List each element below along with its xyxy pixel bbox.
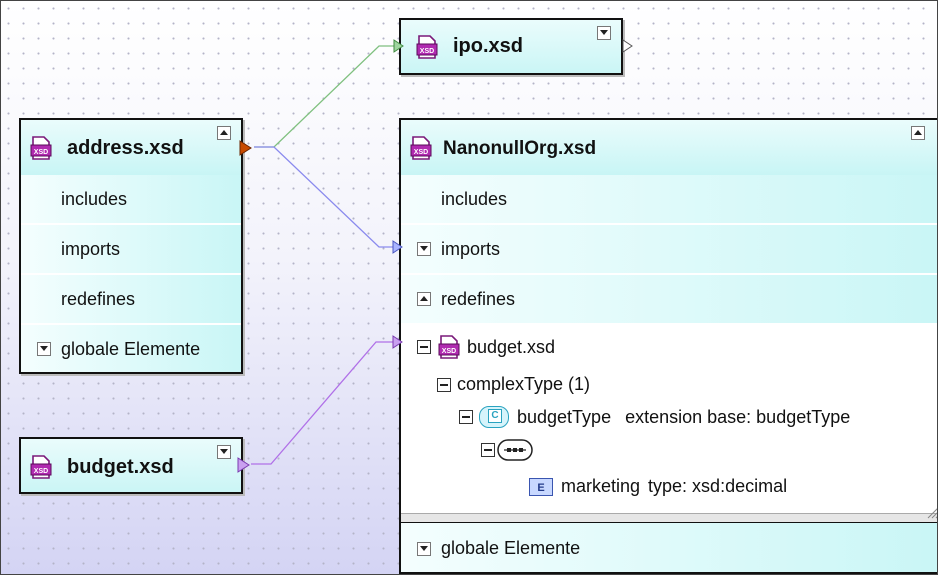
tree-node-label: marketing bbox=[561, 476, 641, 496]
resize-grip-icon[interactable] bbox=[926, 506, 938, 520]
ipo-xsd-title: ipo.xsd bbox=[453, 35, 524, 57]
wire-budget-to-nanonull-import bbox=[251, 341, 397, 465]
budget-xsd-box[interactable]: XSD budget.xsd bbox=[19, 437, 243, 494]
row-label: redefines bbox=[441, 288, 516, 309]
xsd-file-icon: XSD bbox=[30, 455, 52, 479]
tree-collapse-toggle[interactable] bbox=[459, 410, 473, 424]
budget-output-connector[interactable] bbox=[237, 457, 251, 473]
tree-collapse-toggle[interactable] bbox=[437, 377, 451, 392]
xsd-badge-text: XSD bbox=[420, 48, 434, 55]
row-label: imports bbox=[441, 238, 501, 259]
address-output-connector[interactable] bbox=[239, 140, 253, 156]
row-label: includes bbox=[441, 188, 508, 209]
nanonull-imports-input-connector[interactable] bbox=[392, 240, 404, 254]
xsd-badge-text: XSD bbox=[442, 348, 456, 355]
tree-node-label: budget.xsd bbox=[467, 336, 556, 357]
collapse-button[interactable] bbox=[417, 292, 431, 306]
tree-node-budget-xsd[interactable]: XSD budget.xsd bbox=[417, 335, 555, 359]
xsd-file-icon: XSD bbox=[416, 35, 438, 59]
xsd-file-icon: XSD bbox=[438, 335, 460, 359]
budget-xsd-title: budget.xsd bbox=[67, 456, 174, 478]
row-redefines[interactable]: redefines bbox=[21, 275, 241, 325]
collapse-button[interactable] bbox=[217, 126, 231, 140]
tree-node-extension: extension base: budgetType bbox=[625, 406, 851, 427]
element-icon: E bbox=[529, 477, 553, 496]
row-redefines[interactable]: redefines bbox=[401, 275, 937, 325]
collapse-button[interactable] bbox=[911, 126, 925, 140]
row-label: imports bbox=[61, 238, 121, 259]
row-global-elements[interactable]: globale Elemente bbox=[21, 325, 241, 372]
wire-address-to-ipo bbox=[254, 45, 397, 148]
collapse-button[interactable] bbox=[217, 445, 231, 459]
row-label: globale Elemente bbox=[61, 338, 201, 359]
tree-node-marketing[interactable]: E marketing type: xsd:decimal bbox=[529, 476, 787, 497]
nanonullorg-xsd-box[interactable]: XSD NanonullOrg.xsd includes imports red… bbox=[399, 118, 938, 574]
nanonull-budget-input-connector[interactable] bbox=[392, 335, 404, 349]
row-imports[interactable]: imports bbox=[401, 225, 937, 275]
ipo-output-connector[interactable] bbox=[622, 39, 634, 53]
complex-type-icon: C bbox=[479, 406, 509, 428]
row-global-elements[interactable]: globale Elemente bbox=[401, 523, 937, 572]
xsd-file-icon: XSD bbox=[410, 136, 432, 160]
tree-node-budget-type[interactable]: C budgetType extension base: budgetType bbox=[459, 406, 850, 428]
tree-collapse-toggle[interactable] bbox=[481, 443, 495, 457]
xsd-badge-text: XSD bbox=[414, 149, 428, 156]
expand-button[interactable] bbox=[417, 242, 431, 256]
wire-address-to-nanonull-imports bbox=[254, 146, 397, 248]
address-xsd-title: address.xsd bbox=[67, 137, 184, 159]
ipo-xsd-box[interactable]: XSD ipo.xsd bbox=[399, 18, 623, 75]
tree-node-complex-type[interactable]: complexType (1) bbox=[437, 374, 590, 395]
expand-button[interactable] bbox=[37, 342, 51, 356]
tree-node-label: complexType (1) bbox=[457, 374, 591, 394]
sequence-icon bbox=[497, 439, 533, 461]
xsd-badge-text: XSD bbox=[34, 149, 48, 156]
complex-type-badge: C bbox=[488, 409, 502, 423]
tree-node-sequence[interactable] bbox=[481, 438, 533, 462]
row-label: includes bbox=[61, 188, 128, 209]
row-label: redefines bbox=[61, 288, 136, 309]
nanonullorg-xsd-title: NanonullOrg.xsd bbox=[443, 138, 597, 159]
row-includes[interactable]: includes bbox=[21, 175, 241, 225]
row-label: globale Elemente bbox=[441, 538, 581, 558]
address-xsd-box[interactable]: XSD address.xsd includes imports redefin… bbox=[19, 118, 243, 374]
xsd-file-icon: XSD bbox=[30, 136, 52, 160]
ipo-input-connector[interactable] bbox=[393, 39, 405, 53]
tree-node-label: budgetType bbox=[517, 406, 612, 427]
xsd-badge-text: XSD bbox=[34, 468, 48, 475]
row-includes[interactable]: includes bbox=[401, 175, 937, 225]
tree-node-type: type: xsd:decimal bbox=[648, 476, 788, 496]
row-imports[interactable]: imports bbox=[21, 225, 241, 275]
collapse-button[interactable] bbox=[597, 26, 611, 40]
expand-button[interactable] bbox=[417, 542, 431, 556]
tree-collapse-toggle[interactable] bbox=[417, 340, 431, 354]
schema-design-canvas[interactable]: XSD ipo.xsd XSD address.xsd includes imp… bbox=[0, 0, 938, 575]
